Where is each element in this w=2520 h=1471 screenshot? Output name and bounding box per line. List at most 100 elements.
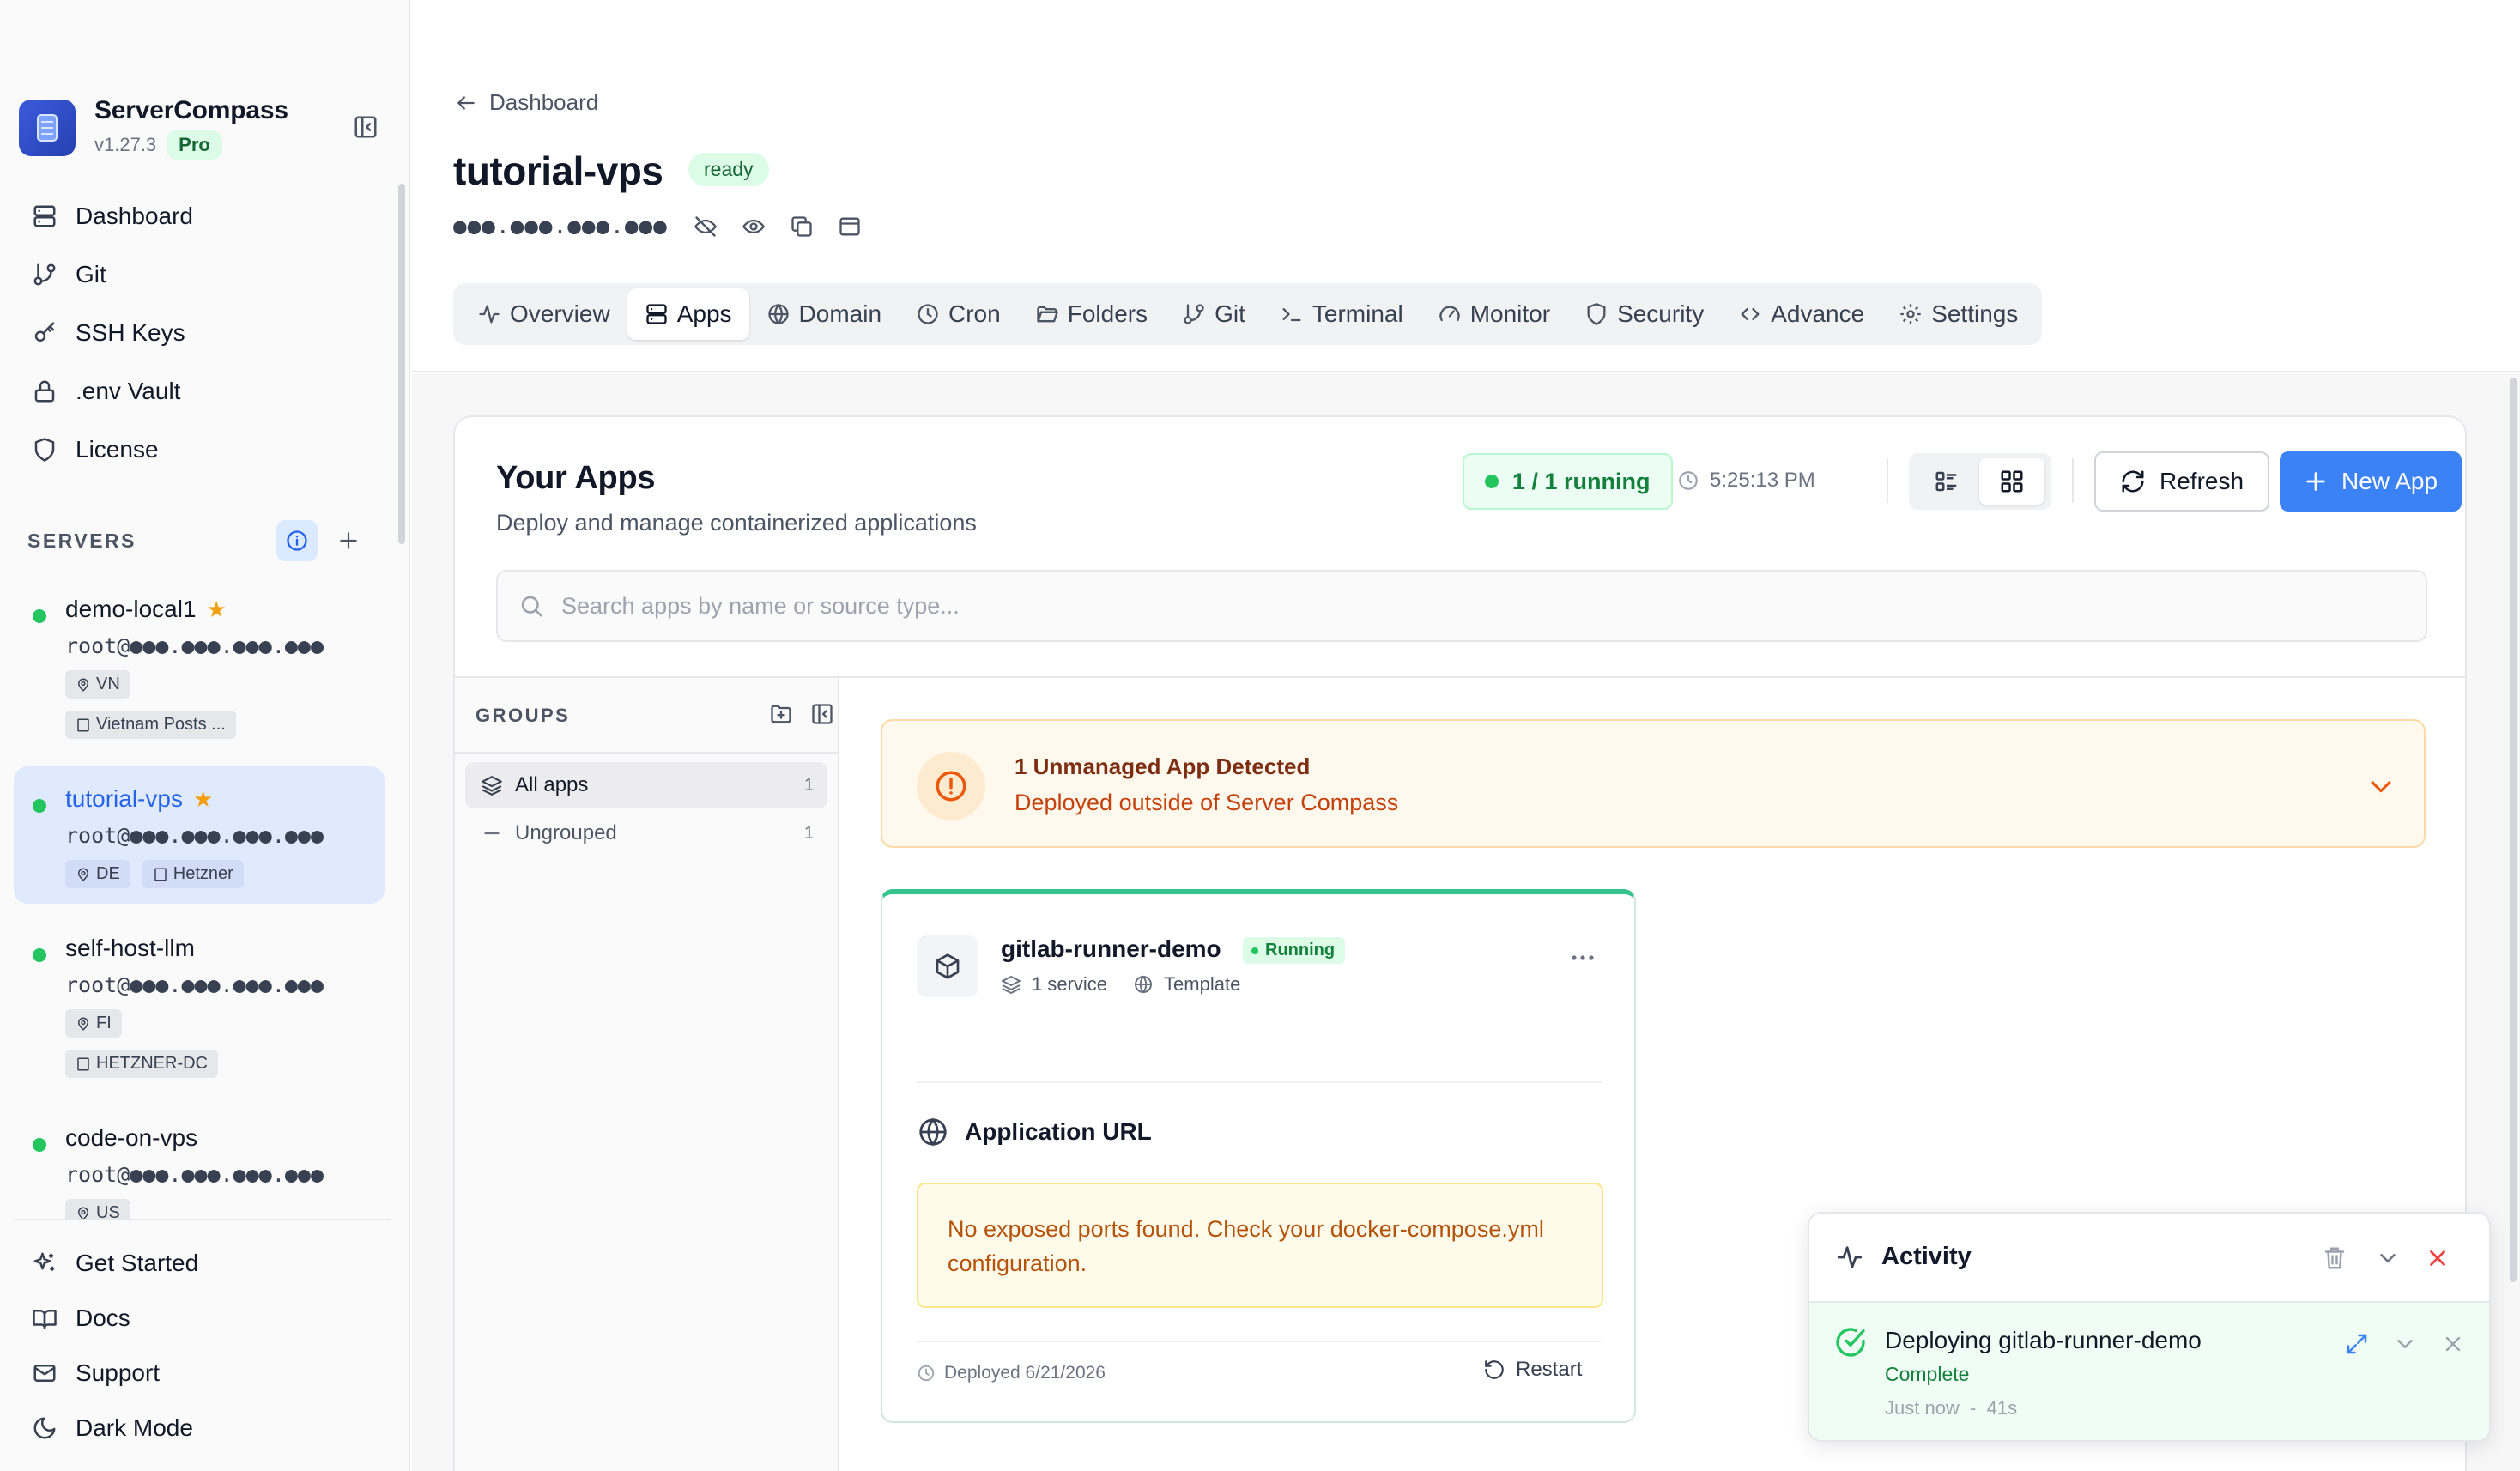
restart-button[interactable]: Restart [1483,1358,1582,1382]
collapse-groups-button[interactable] [809,700,836,728]
grid-view-button[interactable] [1979,458,2044,505]
server-item-tutorial-vps[interactable]: tutorial-vps ★ root@●●●.●●●.●●●.●●● DE H… [14,766,385,904]
server-host: root@●●●.●●●.●●●.●●● [65,972,324,997]
new-app-button[interactable]: New App [2280,451,2462,512]
nav-support[interactable]: Support [14,1346,391,1401]
plus-icon [340,532,357,549]
nav-docs[interactable]: Docs [14,1291,391,1346]
tab-advance[interactable]: Advance [1721,288,1881,340]
nav-label: .env Vault [76,378,181,404]
hide-ip-icon[interactable] [692,213,719,240]
sidebar-collapse-icon [354,116,377,138]
nav-dark-mode[interactable]: Dark Mode [14,1401,391,1456]
favorite-star-icon[interactable]: ★ [193,786,213,813]
divider [455,752,838,754]
servers-header: SERVERS [27,518,371,563]
tab-overview[interactable]: Overview [460,288,627,340]
clear-activity-button[interactable] [2319,1243,2350,1274]
server-item-self-host-llm[interactable]: self-host-llm root@●●●.●●●.●●●.●●● FI HE… [14,916,385,1093]
layers-icon [482,776,502,796]
search-input[interactable] [561,592,2278,620]
last-updated: 5:25:13 PM [1677,469,1815,493]
nav-ssh-keys[interactable]: SSH Keys [14,304,391,362]
nav-env-vault[interactable]: .env Vault [14,362,391,421]
refresh-button[interactable]: Refresh [2094,451,2270,512]
more-options-icon[interactable] [1566,942,1600,973]
breadcrumb-back-link[interactable]: Dashboard [455,89,598,116]
folder-open-icon [1037,306,1058,323]
app-card[interactable]: gitlab-runner-demo Running 1 service Tem… [881,889,1636,1423]
nav-license[interactable]: License [14,421,391,479]
moon-icon [31,1414,58,1442]
nav-dashboard[interactable]: Dashboard [14,187,391,245]
servers-info-button[interactable] [276,520,318,561]
tab-terminal[interactable]: Terminal [1263,288,1421,340]
deployed-date: Deployed 6/21/2026 [917,1363,1106,1383]
favorite-star-icon[interactable]: ★ [207,596,227,623]
app-status-badge: Running [1243,937,1346,964]
server-provider-tag: Vietnam Posts ... [65,711,236,739]
main-scrollbar[interactable] [2510,378,2517,1282]
globe-icon [1135,975,1153,994]
chevron-down-icon[interactable] [2390,1329,2420,1359]
no-ports-warning: No exposed ports found. Check your docke… [917,1183,1603,1308]
list-view-button[interactable] [1914,458,1979,505]
tab-security[interactable]: Security [1567,288,1721,340]
ip-row: ●●●.●●●.●●●.●●● [453,213,863,240]
sidebar-bottom-nav: Get Started Docs Support Dark Mode [14,1219,391,1456]
server-item-demo-local1[interactable]: demo-local1 ★ root@●●●.●●●.●●●.●●● VN Vi… [14,577,385,754]
add-server-button[interactable] [333,525,364,556]
app-search [496,570,2427,642]
tab-settings[interactable]: Settings [1881,288,2035,340]
tab-cron[interactable]: Cron [899,288,1018,340]
copy-ip-icon[interactable] [788,213,815,240]
app-version: v1.27.3 [94,134,157,155]
globe-icon [767,303,789,325]
sidebar-scrollbar[interactable] [398,184,405,544]
tab-domain[interactable]: Domain [749,288,899,340]
book-icon [31,1305,58,1332]
server-icon [646,304,667,324]
search-icon [521,596,542,617]
show-ip-icon[interactable] [740,213,767,240]
chevron-down-icon[interactable] [2364,769,2398,803]
tab-apps[interactable]: Apps [627,288,749,340]
building-icon [154,868,167,881]
expand-icon[interactable] [2341,1329,2372,1359]
nav-label: Support [76,1359,161,1386]
collapse-sidebar-button[interactable] [350,112,381,142]
new-group-button[interactable] [767,700,795,728]
server-provider-tag: Hetzner [142,860,244,888]
activity-item[interactable]: Deploying gitlab-runner-demo Complete Ju… [1809,1303,2489,1440]
application-url-heading: Application URL [917,1116,1152,1148]
gear-icon [1900,304,1921,324]
minimize-activity-button[interactable] [2372,1243,2403,1274]
main-nav: Dashboard Git SSH Keys .env Vault Licens… [14,187,391,479]
app-name[interactable]: gitlab-runner-demo [1001,935,1221,963]
unmanaged-app-alert[interactable]: 1 Unmanaged App Detected Deployed outsid… [881,719,2426,848]
dismiss-item-icon[interactable] [2438,1329,2469,1359]
nav-label: License [76,436,159,463]
panel-collapse-icon [812,704,833,724]
nav-get-started[interactable]: Get Started [14,1236,391,1291]
tab-git[interactable]: Git [1165,288,1263,340]
grid-icon [2001,470,2023,493]
close-activity-button[interactable] [2422,1243,2453,1274]
tab-folders[interactable]: Folders [1018,288,1165,340]
server-location-tag: US [65,1199,130,1219]
server-item-code-on-vps[interactable]: code-on-vps root@●●●.●●●.●●●.●●● US [14,1105,385,1219]
gauge-icon [1439,306,1460,322]
divider [917,1341,1602,1342]
map-pin-icon [77,1207,89,1219]
nav-label: SSH Keys [76,319,185,346]
tab-monitor[interactable]: Monitor [1421,288,1567,340]
close-icon [2430,1250,2445,1266]
package-icon [917,935,978,997]
group-all-apps[interactable]: All apps 1 [465,762,827,808]
building-icon [77,1057,89,1070]
open-browser-icon[interactable] [836,213,863,240]
clock-icon [918,304,938,324]
nav-git[interactable]: Git [14,245,391,304]
group-ungrouped[interactable]: Ungrouped 1 [465,810,827,857]
nav-label: Docs [76,1305,130,1331]
